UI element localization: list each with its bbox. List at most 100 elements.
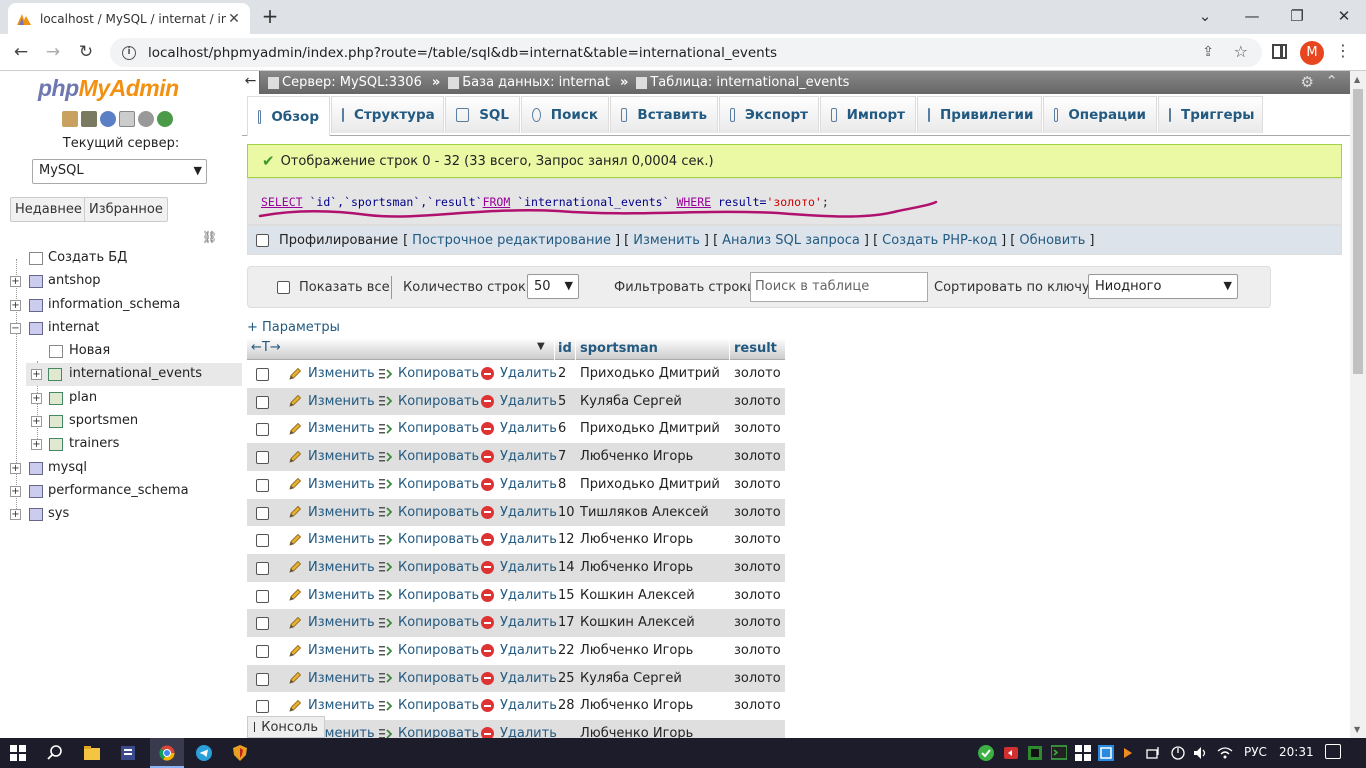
tray-app-green-icon[interactable] [1027, 745, 1043, 761]
profiling-checkbox[interactable] [256, 233, 269, 247]
keyboard-language[interactable]: РУС [1244, 745, 1267, 759]
expand-icon[interactable]: + [31, 369, 42, 380]
home-icon[interactable] [62, 111, 78, 127]
collapse-top-icon[interactable]: ⌃ [1325, 72, 1338, 90]
tab-structure[interactable]: Структура [331, 96, 444, 133]
copy-row-button[interactable]: Копировать [378, 698, 479, 713]
column-header-result[interactable]: result [734, 341, 777, 356]
breadcrumb-server[interactable]: Сервер: MySQL:3306 [268, 75, 422, 90]
copy-row-button[interactable]: Копировать [378, 643, 479, 658]
delete-row-button[interactable]: Удалить [481, 366, 557, 381]
delete-row-button[interactable]: Удалить [481, 477, 557, 492]
tray-volume-icon[interactable] [1193, 745, 1209, 761]
windows-start-icon[interactable] [10, 745, 26, 761]
forward-icon[interactable]: → [42, 42, 64, 62]
edit-row-button[interactable]: Изменить [288, 615, 375, 630]
expand-icon[interactable]: + [31, 416, 42, 427]
tree-table-new[interactable]: Новая [0, 343, 242, 363]
row-checkbox[interactable] [256, 589, 269, 603]
back-icon[interactable]: ← [10, 42, 32, 62]
sort-by-key-select[interactable]: Ниодного ▼ [1088, 274, 1238, 299]
row-checkbox[interactable] [256, 617, 269, 631]
row-checkbox[interactable] [256, 672, 269, 686]
scroll-down-icon[interactable]: ▼ [1354, 725, 1360, 734]
refresh-icon[interactable] [157, 111, 173, 127]
expand-icon[interactable]: + [10, 463, 21, 474]
edit-row-button[interactable]: Изменить [288, 643, 375, 658]
delete-row-button[interactable]: Удалить [481, 421, 557, 436]
settings-gear-icon[interactable]: ⚙ [1301, 73, 1314, 91]
inline-edit-link[interactable]: Построчное редактирование [412, 233, 611, 248]
tree-db-performance-schema[interactable]: + performance_schema [0, 483, 242, 503]
delete-row-button[interactable]: Удалить [481, 726, 557, 738]
tray-terminal-icon[interactable] [1051, 745, 1067, 761]
expand-icon[interactable]: + [31, 393, 42, 404]
tab-export[interactable]: Экспорт [719, 96, 819, 133]
edit-row-button[interactable]: Изменить [288, 477, 375, 492]
edit-row-button[interactable]: Изменить [288, 366, 375, 381]
copy-row-button[interactable]: Копировать [378, 560, 479, 575]
scrollbar-thumb[interactable] [1353, 89, 1363, 374]
search-icon[interactable] [47, 745, 63, 761]
expand-icon[interactable]: + [10, 509, 21, 520]
delete-row-button[interactable]: Удалить [481, 560, 557, 575]
app-icon[interactable] [120, 745, 136, 761]
sql-query-box[interactable]: SELECT `id`,`sportsman`,`result`FROM `in… [247, 178, 1342, 225]
close-window-icon[interactable]: ✕ [1332, 7, 1356, 25]
copy-row-button[interactable]: Копировать [378, 532, 479, 547]
bookmark-star-icon[interactable]: ☆ [1234, 42, 1248, 61]
tree-db-sys[interactable]: + sys [0, 506, 242, 526]
delete-row-button[interactable]: Удалить [481, 532, 557, 547]
show-all-checkbox[interactable] [277, 281, 290, 294]
browser-menu-icon[interactable]: ⋮ [1335, 41, 1351, 60]
delete-row-button[interactable]: Удалить [481, 698, 557, 713]
tab-privileges[interactable]: Привилегии [917, 96, 1042, 133]
shield-app-icon[interactable] [232, 745, 248, 761]
edit-row-button[interactable]: Изменить [288, 394, 375, 409]
tray-blue-app-icon[interactable] [1098, 745, 1114, 761]
edit-row-button[interactable]: Изменить [288, 560, 375, 575]
refresh-link[interactable]: Обновить [1019, 233, 1085, 248]
scroll-up-icon[interactable]: ▲ [1354, 75, 1360, 84]
reload-icon[interactable]: ↻ [75, 42, 97, 62]
tray-wifi-icon[interactable] [1217, 745, 1233, 761]
row-checkbox[interactable] [256, 645, 269, 658]
column-header-sportsman[interactable]: sportsman [580, 341, 658, 356]
tray-network-icon[interactable] [1146, 745, 1162, 761]
edit-row-button[interactable]: Изменить [288, 671, 375, 686]
link-chain-icon[interactable]: ⛓ [202, 230, 217, 244]
tab-triggers[interactable]: Триггеры [1158, 96, 1263, 133]
breadcrumb-table[interactable]: Таблица: international_events [636, 75, 849, 90]
edit-row-button[interactable]: Изменить [288, 449, 375, 464]
console-toggle[interactable]: Консоль [247, 716, 325, 738]
copy-row-button[interactable]: Копировать [378, 394, 479, 409]
copy-row-button[interactable]: Копировать [378, 726, 479, 738]
edit-row-button[interactable]: Изменить [288, 588, 375, 603]
tray-monitor-icon[interactable] [1170, 745, 1186, 761]
options-link[interactable]: + Параметры [247, 320, 340, 335]
docs-icon[interactable] [119, 111, 135, 127]
delete-row-button[interactable]: Удалить [481, 505, 557, 520]
share-icon[interactable]: ⇪ [1202, 44, 1214, 60]
recent-button[interactable]: Недавнее [10, 197, 87, 222]
copy-row-button[interactable]: Копировать [378, 615, 479, 630]
delete-row-button[interactable]: Удалить [481, 394, 557, 409]
edit-link[interactable]: Изменить [633, 233, 700, 248]
server-select[interactable]: MySQL ▼ [32, 159, 207, 184]
tree-db-internat[interactable]: − internat [0, 320, 242, 340]
sort-dropdown-icon[interactable]: ▼ [537, 341, 545, 352]
help-icon[interactable] [100, 111, 116, 127]
vertical-scrollbar[interactable]: ▲ ▼ [1350, 71, 1366, 738]
copy-row-button[interactable]: Копировать [378, 449, 479, 464]
site-info-icon[interactable]: i [122, 45, 136, 60]
rows-count-select[interactable]: 50 ▼ [527, 274, 579, 299]
tree-table-trainers[interactable]: + trainers [0, 436, 242, 456]
copy-row-button[interactable]: Копировать [378, 366, 479, 381]
profile-avatar[interactable]: M [1300, 41, 1324, 65]
copy-row-button[interactable]: Копировать [378, 505, 479, 520]
tab-search-chevron-icon[interactable]: ⌄ [1193, 7, 1217, 25]
tree-table-international-events[interactable]: + international_events [26, 363, 242, 386]
column-resize-arrows-icon[interactable]: ←T→ [251, 340, 281, 355]
column-header-id[interactable]: id [558, 341, 572, 356]
row-checkbox[interactable] [256, 368, 269, 381]
